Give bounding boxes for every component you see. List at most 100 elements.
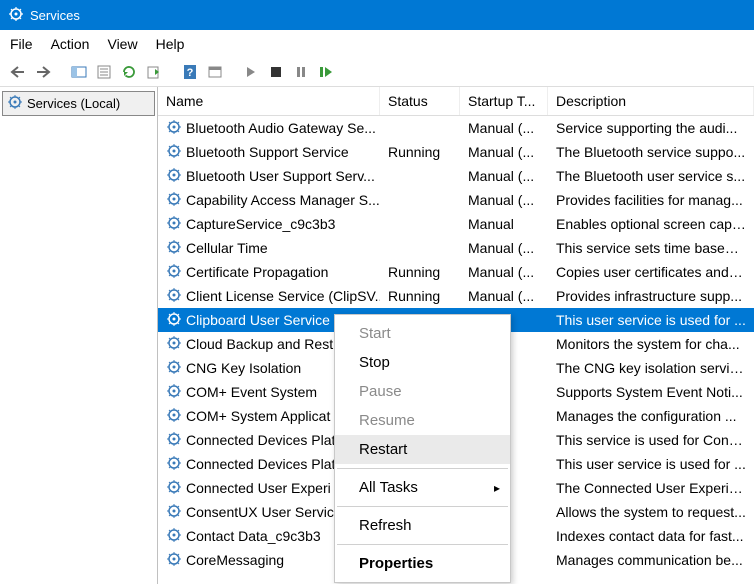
chevron-right-icon: ▸ (494, 481, 500, 495)
service-description: The Connected User Experie... (548, 480, 754, 496)
refresh-button[interactable] (117, 60, 141, 84)
stop-service-button[interactable] (264, 60, 288, 84)
service-description: The Bluetooth service suppo... (548, 144, 754, 160)
sidebar-item-services-local[interactable]: Services (Local) (2, 91, 155, 116)
window-title: Services (30, 8, 80, 23)
gear-icon (166, 215, 182, 234)
service-name: Cloud Backup and Rest (186, 336, 333, 352)
cm-properties[interactable]: Properties (335, 549, 510, 578)
service-description: Allows the system to request... (548, 504, 754, 520)
service-description: The Bluetooth user service s... (548, 168, 754, 184)
service-name: Cellular Time (186, 240, 268, 256)
service-description: Manages the configuration ... (548, 408, 754, 424)
service-name: CoreMessaging (186, 552, 284, 568)
menu-action[interactable]: Action (51, 36, 90, 52)
gear-icon (166, 503, 182, 522)
cm-restart[interactable]: Restart (335, 435, 510, 464)
gear-icon (166, 407, 182, 426)
service-row[interactable]: Cellular Time Manual (...This service set… (158, 236, 754, 260)
service-description: Enables optional screen capt... (548, 216, 754, 232)
service-startup: Manual (... (460, 120, 548, 136)
gear-icon (166, 551, 182, 570)
service-row[interactable]: Client License Service (ClipSV...Running… (158, 284, 754, 308)
service-status: Running (380, 288, 460, 304)
service-row[interactable]: Capability Access Manager S... Manual (..… (158, 188, 754, 212)
properties-button[interactable] (92, 60, 116, 84)
service-startup: Manual (... (460, 192, 548, 208)
gear-icon (166, 119, 182, 138)
service-row[interactable]: Certificate PropagationRunningManual (..… (158, 260, 754, 284)
service-startup: Manual (... (460, 168, 548, 184)
service-description: Supports System Event Noti... (548, 384, 754, 400)
gear-icon (166, 479, 182, 498)
gear-icon (166, 359, 182, 378)
gear-icon (166, 383, 182, 402)
service-description: This user service is used for ... (548, 312, 754, 328)
sidebar: Services (Local) (0, 87, 158, 584)
menu-view[interactable]: View (107, 36, 137, 52)
gear-icon (166, 191, 182, 210)
gear-icon (166, 143, 182, 162)
services-icon (8, 6, 30, 25)
back-button[interactable] (6, 60, 30, 84)
cm-pause: Pause (335, 377, 510, 406)
service-name: Bluetooth User Support Serv... (186, 168, 375, 184)
service-name: Contact Data_c9c3b3 (186, 528, 321, 544)
service-row[interactable]: Bluetooth Audio Gateway Se... Manual (...… (158, 116, 754, 140)
service-startup: Manual (... (460, 144, 548, 160)
service-row[interactable]: CaptureService_c9c3b3 ManualEnables optio… (158, 212, 754, 236)
service-row[interactable]: Bluetooth User Support Serv... Manual (..… (158, 164, 754, 188)
gear-icon (166, 311, 182, 330)
service-startup: Manual (460, 216, 548, 232)
service-list: Name Status Startup T... Description Blu… (158, 87, 754, 584)
gear-icon (166, 335, 182, 354)
toolbar-icon-window[interactable] (203, 60, 227, 84)
help-button[interactable]: ? (178, 60, 202, 84)
service-status: Running (380, 144, 460, 160)
service-name: Connected Devices Plat (186, 456, 335, 472)
export-button[interactable] (142, 60, 166, 84)
menu-file[interactable]: File (10, 36, 33, 52)
svg-text:?: ? (187, 67, 194, 79)
service-description: Indexes contact data for fast... (548, 528, 754, 544)
restart-service-button[interactable] (314, 60, 338, 84)
cm-refresh[interactable]: Refresh (335, 511, 510, 540)
service-description: Service supporting the audi... (548, 120, 754, 136)
start-service-button[interactable] (239, 60, 263, 84)
pause-service-button[interactable] (289, 60, 313, 84)
forward-button[interactable] (31, 60, 55, 84)
service-name: Client License Service (ClipSV... (186, 288, 380, 304)
service-name: COM+ System Applicat (186, 408, 330, 424)
context-menu: Start Stop Pause Resume Restart All Task… (334, 314, 511, 583)
service-startup: Manual (... (460, 240, 548, 256)
gear-icon (166, 455, 182, 474)
service-row[interactable]: Bluetooth Support ServiceRunningManual (… (158, 140, 754, 164)
cm-stop[interactable]: Stop (335, 348, 510, 377)
titlebar: Services (0, 0, 754, 30)
cm-start: Start (335, 319, 510, 348)
service-name: Capability Access Manager S... (186, 192, 380, 208)
service-description: The CNG key isolation servic... (548, 360, 754, 376)
column-header-description[interactable]: Description (548, 87, 754, 115)
gear-icon (166, 527, 182, 546)
service-description: Provides facilities for manag... (548, 192, 754, 208)
service-status: Running (380, 264, 460, 280)
column-header-name[interactable]: Name (158, 87, 380, 115)
service-description: This service sets time based ... (548, 240, 754, 256)
show-hide-tree-button[interactable] (67, 60, 91, 84)
service-name: CaptureService_c9c3b3 (186, 216, 335, 232)
service-name: Bluetooth Audio Gateway Se... (186, 120, 376, 136)
column-headers: Name Status Startup T... Description (158, 87, 754, 116)
toolbar: ? (0, 58, 754, 87)
menu-help[interactable]: Help (156, 36, 185, 52)
service-description: Monitors the system for cha... (548, 336, 754, 352)
column-header-startup[interactable]: Startup T... (460, 87, 548, 115)
cm-resume: Resume (335, 406, 510, 435)
gear-icon (166, 287, 182, 306)
gear-icon (166, 263, 182, 282)
service-description: This service is used for Conn... (548, 432, 754, 448)
service-name: ConsentUX User Servic (186, 504, 334, 520)
column-header-status[interactable]: Status (380, 87, 460, 115)
service-name: Connected User Experi (186, 480, 331, 496)
cm-all-tasks[interactable]: All Tasks▸ (335, 473, 510, 502)
